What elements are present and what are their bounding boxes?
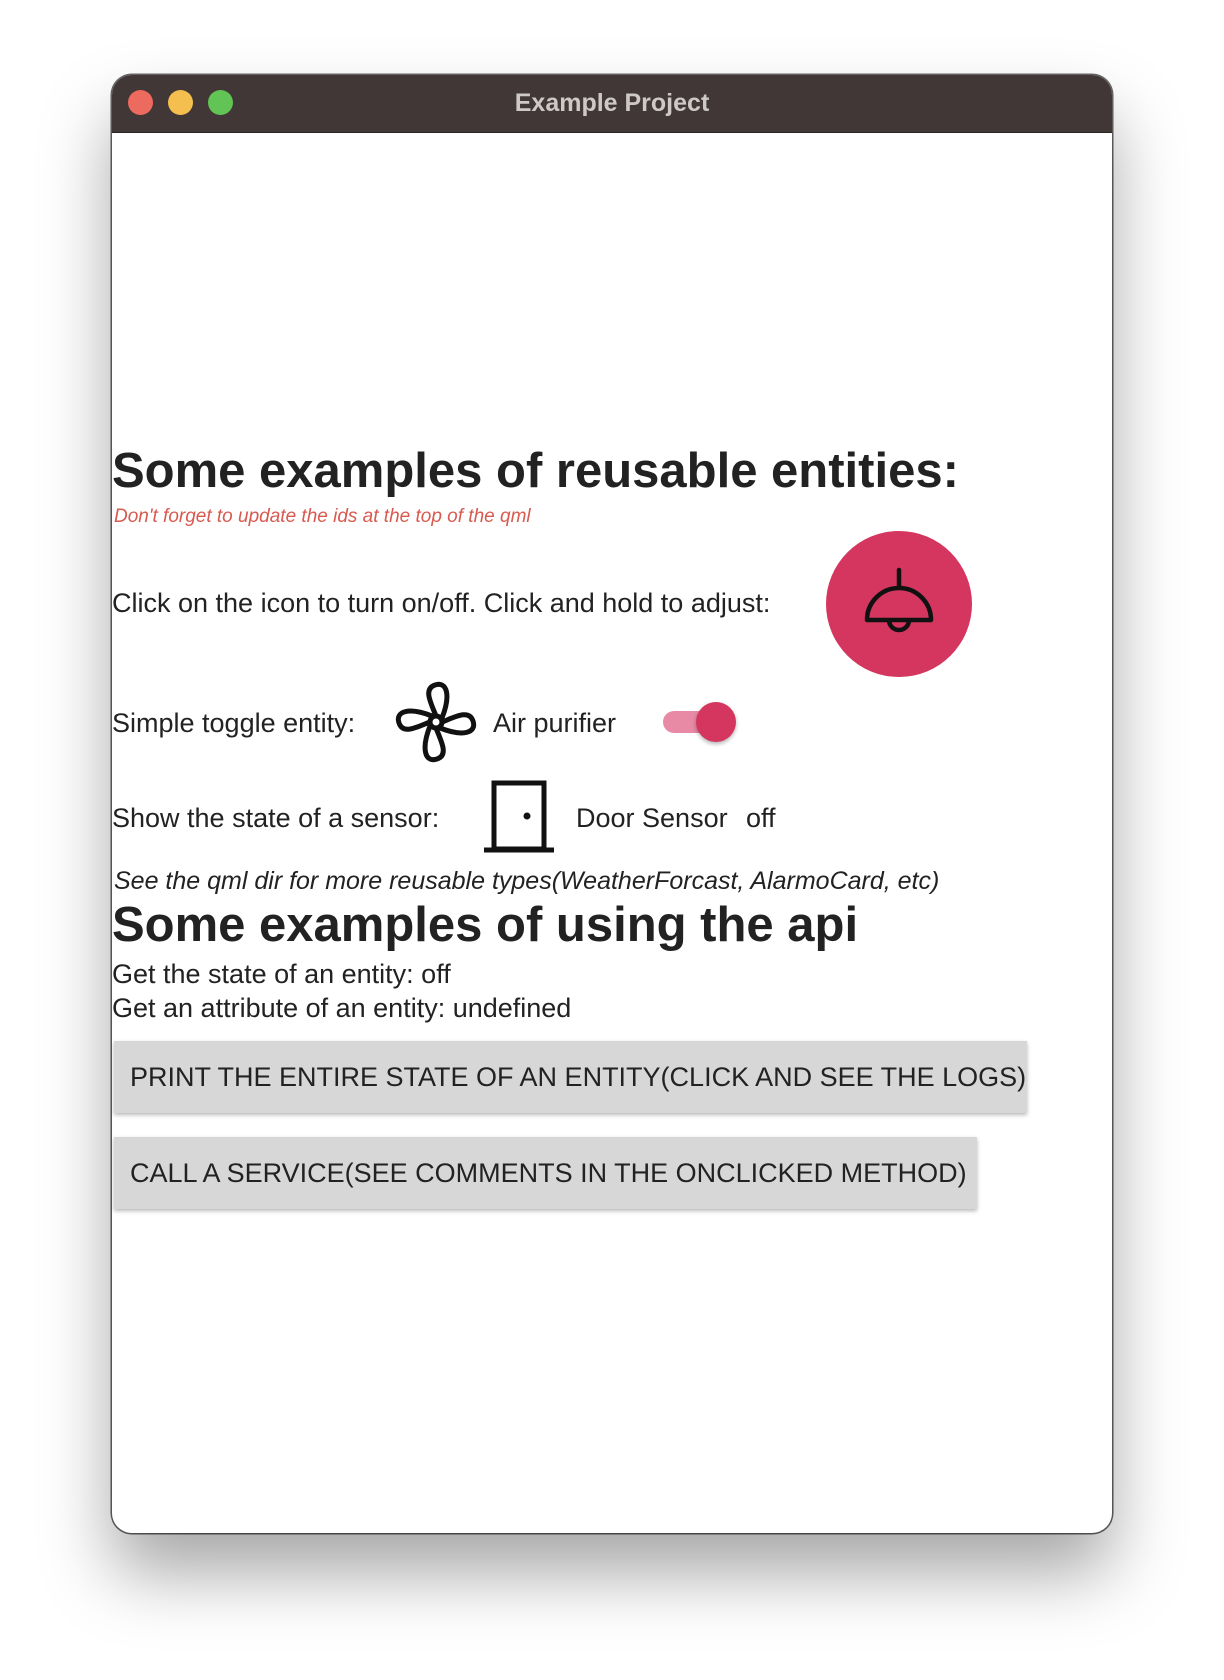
api-heading: Some examples of using the api <box>112 898 859 952</box>
light-row-label: Click on the icon to turn on/off. Click … <box>112 588 771 618</box>
ceiling-light-icon <box>864 567 934 633</box>
toggle-row-label: Simple toggle entity: <box>112 708 356 738</box>
app-window: Example Project Some examples of reusabl… <box>112 75 1112 1533</box>
entity-state-line: Get the state of an entity: off <box>112 959 451 989</box>
door-icon <box>482 780 556 854</box>
call-service-button[interactable]: CALL A SERVICE(SEE COMMENTS IN THE ONCLI… <box>114 1137 977 1209</box>
qml-dir-note: See the qml dir for more reusable types(… <box>114 867 940 895</box>
door-sensor-state: off <box>746 803 776 833</box>
light-toggle-button[interactable] <box>826 531 972 677</box>
entity-attribute-line: Get an attribute of an entity: undefined <box>112 993 572 1023</box>
air-purifier-label: Air purifier <box>493 708 617 738</box>
fan-icon[interactable] <box>395 681 477 763</box>
print-state-button[interactable]: PRINT THE ENTIRE STATE OF AN ENTITY(CLIC… <box>114 1041 1027 1113</box>
door-sensor-name: Door Sensor <box>576 803 728 833</box>
main-content: Some examples of reusable entities: Don'… <box>112 133 1112 1533</box>
switch-knob <box>696 702 736 742</box>
air-purifier-switch[interactable] <box>659 700 739 744</box>
ids-reminder-note: Don't forget to update the ids at the to… <box>114 506 531 527</box>
sensor-row-label: Show the state of a sensor: <box>112 803 440 833</box>
title-bar[interactable]: Example Project <box>112 75 1112 133</box>
window-title: Example Project <box>514 89 710 117</box>
entities-heading: Some examples of reusable entities: <box>112 444 959 498</box>
